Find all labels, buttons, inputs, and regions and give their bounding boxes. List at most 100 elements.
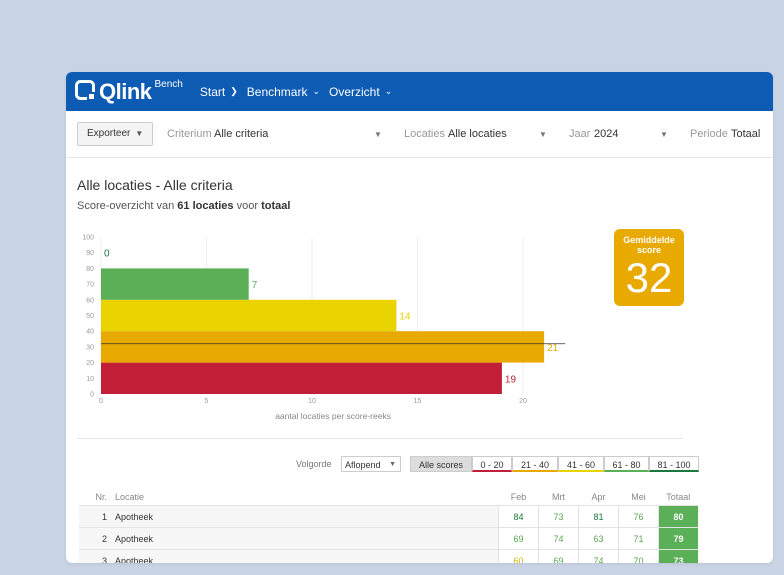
chevron-down-icon: ⌄ [384,86,393,96]
y-tick-label: 10 [86,376,94,383]
y-tick-label: 60 [86,297,94,304]
y-tick-label: 30 [86,344,94,351]
nav-overzicht[interactable]: Overzicht ⌄ [329,85,392,99]
nav-overzicht-label: Overzicht [329,84,380,99]
x-tick-label: 5 [205,398,209,405]
y-tick-label: 70 [86,282,94,289]
nav-start-label: Start [199,84,226,99]
x-tick-label: 10 [308,398,316,405]
row-locatie: Apotheek [115,505,499,528]
bar-value-label: 19 [505,374,517,385]
row-mrt: 73 [538,505,579,528]
x-tick-label: 20 [519,398,527,405]
bar-61-80 [101,268,249,300]
score-segment-1[interactable]: 0 - 20 [472,456,512,472]
col-header-totaal[interactable]: Totaal [659,489,699,506]
y-tick-label: 20 [86,360,94,367]
col-header-locatie[interactable]: Locatie [115,489,499,506]
average-score-label: Gemiddelde score [623,235,675,255]
sort-select[interactable]: Aflopend ▼ [341,456,401,472]
criterium-label: Criterium [167,128,212,140]
col-header-mrt[interactable]: Mrt [539,489,579,506]
bar-value-label: 21 [547,343,559,354]
row-nr: 2 [79,527,115,550]
export-button[interactable]: Exporteer ▼ [77,122,154,146]
row-apr: 74 [578,549,619,563]
row-mei: 70 [618,549,659,563]
score-distribution-chart: 0 5 10 15 20010203040506070809010019211470aa… [82,235,566,421]
col-header-apr[interactable]: Apr [579,489,619,506]
subtitle-type: totaal [261,200,291,212]
y-tick-label: 100 [82,235,94,242]
nav-benchmark-label: Benchmark [246,84,308,99]
row-mrt: 69 [538,549,579,563]
y-tick-label: 40 [86,329,94,336]
criterium-select[interactable]: Alle criteria [214,128,268,140]
sort-label: Volgorde [296,459,332,469]
row-locatie: Apotheek [115,549,499,563]
subtitle-count: 61 locaties [177,200,234,212]
row-mrt: 74 [538,527,579,550]
jaar-label: Jaar [569,128,591,140]
caret-down-icon: ▼ [135,129,144,138]
page-title: Alle locaties - Alle criteria [77,177,233,193]
x-tick-label: 0 [99,398,103,405]
average-score-badge: Gemiddelde score 32 [614,229,684,306]
col-header-nr[interactable]: Nr. [79,489,115,506]
y-tick-label: 50 [86,313,94,320]
row-apr: 63 [578,527,619,550]
row-totaal: 79 [658,527,698,550]
row-locatie: Apotheek [115,527,499,550]
caret-down-icon: ▼ [389,461,396,468]
qlink-logo[interactable]: Qlink Bench [75,72,183,111]
row-feb: 60 [498,549,539,563]
nav-start[interactable]: Start ❯ [200,85,238,99]
brand-sup: Bench [154,79,183,90]
x-axis-label: aantal locaties per score-reeks [275,411,391,421]
qlink-logo-icon [75,80,96,101]
col-header-mei[interactable]: Mei [619,489,659,506]
app-window: Qlink Bench Start ❯ Benchmark ⌄ Overzich… [66,72,773,563]
table-row[interactable]: 1 Apotheek 84 73 81 76 80 [79,505,698,528]
row-feb: 84 [498,505,539,528]
score-segment-3[interactable]: 41 - 60 [558,456,604,472]
caret-down-icon[interactable]: ▼ [539,130,547,139]
caret-down-icon[interactable]: ▼ [660,130,668,139]
page-subtitle: Score-overzicht van 61 locaties voor tot… [77,200,290,212]
score-segment-5[interactable]: 81 - 100 [649,456,699,472]
subtitle-prefix: Score-overzicht van [77,200,175,212]
bar-0-20 [101,362,502,394]
chevron-right-icon: ❯ [230,86,238,96]
chevron-down-icon: ⌄ [312,86,321,96]
filter-bar: Exporteer ▼ Criterium Alle criteria ▼ Loc… [66,111,773,158]
bar-value-label: 0 [104,249,110,260]
top-navigation-bar: Qlink Bench Start ❯ Benchmark ⌄ Overzich… [66,72,773,111]
subtitle-middle: voor [236,200,259,212]
periode-select[interactable]: Totaal [731,128,760,140]
row-mei: 71 [618,527,659,550]
row-mei: 76 [618,505,659,528]
table-header-row: Nr. Locatie Feb Mrt Apr Mei Totaal [79,489,698,506]
score-segment-2[interactable]: 21 - 40 [512,456,558,472]
locaties-label: Locaties [404,128,445,140]
average-score-value: 32 [625,254,673,301]
caret-down-icon[interactable]: ▼ [374,130,382,139]
bar-21-40 [101,331,545,363]
table-row[interactable]: 2 Apotheek 69 74 63 71 79 [79,527,698,550]
x-tick-label: 15 [414,398,422,405]
row-nr: 3 [79,549,115,563]
locaties-select[interactable]: Alle locaties [448,128,507,140]
score-segment-4[interactable]: 61 - 80 [604,456,649,472]
col-header-feb[interactable]: Feb [499,489,539,506]
export-label: Exporteer [87,128,131,139]
locations-table: Nr. Locatie Feb Mrt Apr Mei Totaal 1 Apot… [79,489,698,563]
bar-value-label: 7 [252,280,258,291]
row-totaal: 73 [658,549,698,563]
table-row[interactable]: 3 Apotheek 60 69 74 70 73 [79,549,698,563]
nav-benchmark[interactable]: Benchmark ⌄ [247,85,320,99]
jaar-select[interactable]: 2024 [594,128,618,140]
row-totaal: 80 [658,505,698,528]
score-segment-0[interactable]: Alle scores [410,456,472,472]
bar-41-60 [101,299,397,332]
sort-value: Aflopend [345,460,381,470]
